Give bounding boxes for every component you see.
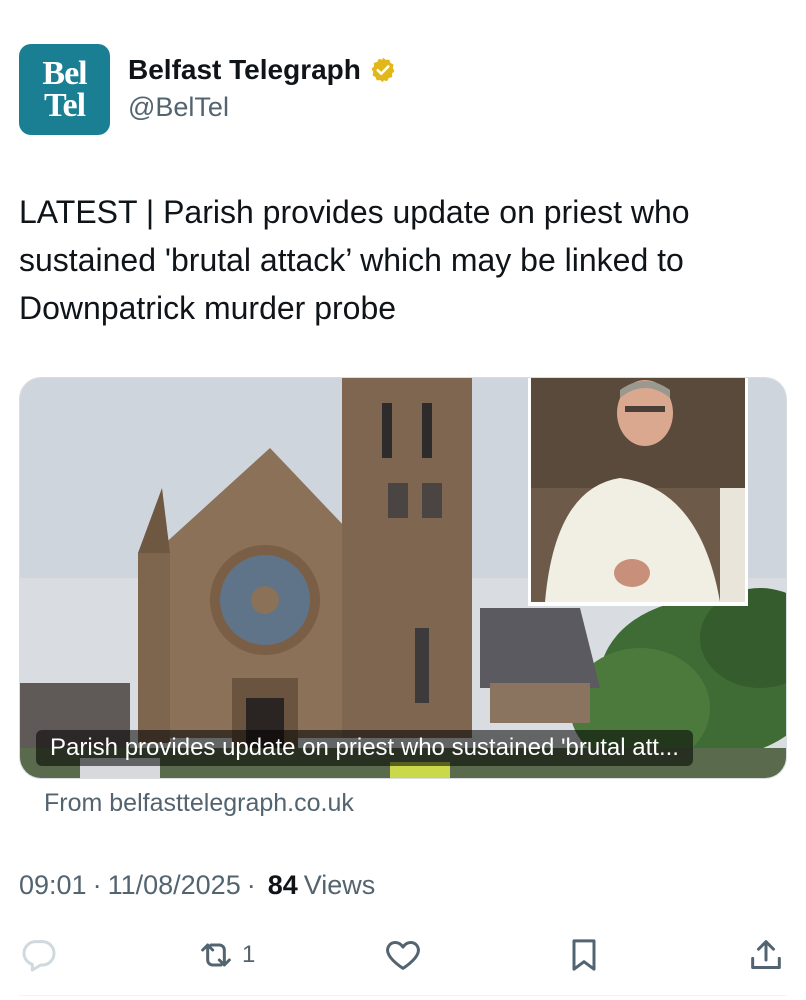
action-bar: 1 [0,935,806,985]
share-button[interactable] [746,935,786,975]
avatar-line-2: Tel [43,86,86,124]
retweet-count: 1 [242,941,256,968]
share-icon [751,940,781,969]
meta-separator-2: · [246,870,256,900]
meta-separator-1: · [92,870,102,900]
tweet-text: LATEST | Parish provides update on pries… [19,194,690,326]
account-names: Belfast Telegraph @BelTel [128,54,397,123]
reply-button[interactable] [19,935,59,975]
avatar-line-1: Bel [42,54,87,92]
display-name-row: Belfast Telegraph [128,54,397,86]
display-name[interactable]: Belfast Telegraph [128,54,361,86]
link-card[interactable]: Parish provides update on priest who sus… [19,377,787,779]
card-image [20,378,786,778]
views-label: Views [303,870,376,900]
views-count: 84 [267,870,298,900]
like-button[interactable] [383,935,423,975]
tweet-header: Bel Tel Belfast Telegraph @BelTel [19,44,397,135]
avatar[interactable]: Bel Tel [19,44,110,135]
reply-icon [22,940,56,972]
bookmark-icon [572,939,596,971]
bottom-divider [19,995,787,996]
heart-icon [386,941,420,970]
bookmark-button[interactable] [564,935,604,975]
verified-badge-icon [371,57,395,83]
tweet-date[interactable]: 11/08/2025 [108,870,241,901]
account-handle[interactable]: @BelTel [128,92,397,123]
retweet-button[interactable]: 1 [196,935,255,975]
tweet-time[interactable]: 09:01 [19,870,87,901]
card-source[interactable]: From belfasttelegraph.co.uk [44,789,354,818]
card-caption: Parish provides update on priest who sus… [36,730,693,766]
tweet-meta: 09:01 · 11/08/2025 · 84 Views [19,870,375,901]
retweet-icon [201,943,231,967]
